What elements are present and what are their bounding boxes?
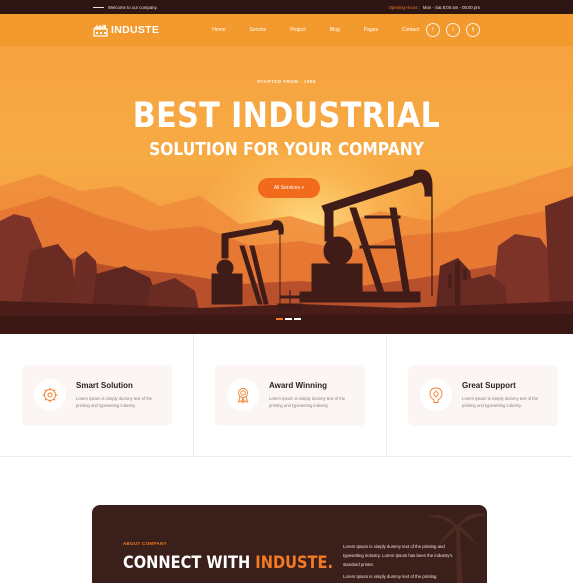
page: Welcome to our company. Opening Hours : … (0, 0, 573, 583)
about-heading: CONNECT WITH INDUSTE. (123, 553, 333, 573)
features-section: Smart Solution Lorem Ipsum is simply dum… (0, 334, 573, 457)
hero-banner: STARTED FROM - 1986 BEST INDUSTRIAL SOLU… (0, 46, 573, 334)
about-tag: ABOUT COMPANY (123, 541, 167, 546)
slider-dot-3[interactable] (294, 318, 301, 320)
nav-home[interactable]: Home (212, 27, 225, 33)
welcome-text: Welcome to our company. (108, 4, 158, 10)
facebook-icon[interactable]: f (426, 23, 440, 37)
social-links: f t § (426, 23, 480, 37)
feature-card-smart-solution[interactable]: Smart Solution Lorem Ipsum is simply dum… (22, 365, 172, 426)
opening-hours: Opening Hours : Mon - Sat 8:00 am - 05:0… (389, 5, 480, 10)
slider-dots (276, 318, 301, 320)
opening-hours-value: Mon - Sat 8:00 am - 05:00 pm (422, 4, 480, 10)
slider-dot-2[interactable] (285, 318, 292, 320)
nav-pages[interactable]: Pages (364, 27, 378, 33)
feature-title: Award Winning (269, 381, 327, 390)
nav-project[interactable]: Project (290, 27, 306, 33)
logo[interactable]: INDUSTE (93, 24, 159, 37)
feature-card-award-winning[interactable]: Award Winning Lorem Ipsum is simply dumm… (215, 365, 365, 426)
nav-contact[interactable]: Contact (402, 27, 419, 33)
about-heading-main: CONNECT WITH (123, 553, 256, 573)
twitter-icon[interactable]: t (446, 23, 460, 37)
link-icon[interactable]: § (466, 23, 480, 37)
nav-blog[interactable]: Blog (330, 27, 340, 33)
feature-title: Smart Solution (76, 381, 133, 390)
brand-name: INDUSTE (111, 24, 160, 36)
about-paragraph-2: Lorem Ipsum is simply dummy text of the … (343, 574, 437, 579)
about-heading-accent: INDUSTE. (255, 553, 334, 573)
about-paragraph-1: Lorem Ipsum is simply dummy text of the … (343, 544, 453, 567)
nav-service[interactable]: Service (250, 27, 267, 33)
hero-title: BEST INDUSTRIAL (132, 96, 441, 136)
opening-hours-label: Opening Hours : (388, 4, 420, 10)
slider-dot-1[interactable] (276, 318, 283, 320)
support-icon (420, 379, 452, 411)
feature-card-great-support[interactable]: Great Support Lorem Ipsum is simply dumm… (408, 365, 558, 426)
hero-kicker: STARTED FROM - 1986 (257, 79, 316, 84)
hero-subtitle: SOLUTION FOR YOUR COMPANY (149, 139, 424, 160)
divider (386, 334, 387, 457)
top-bar: Welcome to our company. Opening Hours : … (0, 0, 573, 14)
navbar: INDUSTE Home Service Project Blog Pages … (0, 14, 573, 46)
all-services-button[interactable]: All Services » (258, 178, 320, 198)
divider (193, 334, 194, 457)
feature-text: Lorem Ipsum is simply dummy text of the … (269, 396, 346, 408)
award-icon (227, 379, 259, 411)
solution-icon (34, 379, 66, 411)
feature-title: Great Support (462, 381, 516, 390)
divider (93, 6, 104, 8)
feature-text: Lorem Ipsum is simply dummy text of the … (76, 396, 153, 408)
feature-text: Lorem Ipsum is simply dummy text of the … (462, 396, 539, 408)
factory-logo-icon (93, 24, 108, 37)
main-nav: Home Service Project Blog Pages Contact (212, 27, 419, 33)
about-section: ABOUT COMPANY CONNECT WITH INDUSTE. Lore… (92, 505, 487, 583)
